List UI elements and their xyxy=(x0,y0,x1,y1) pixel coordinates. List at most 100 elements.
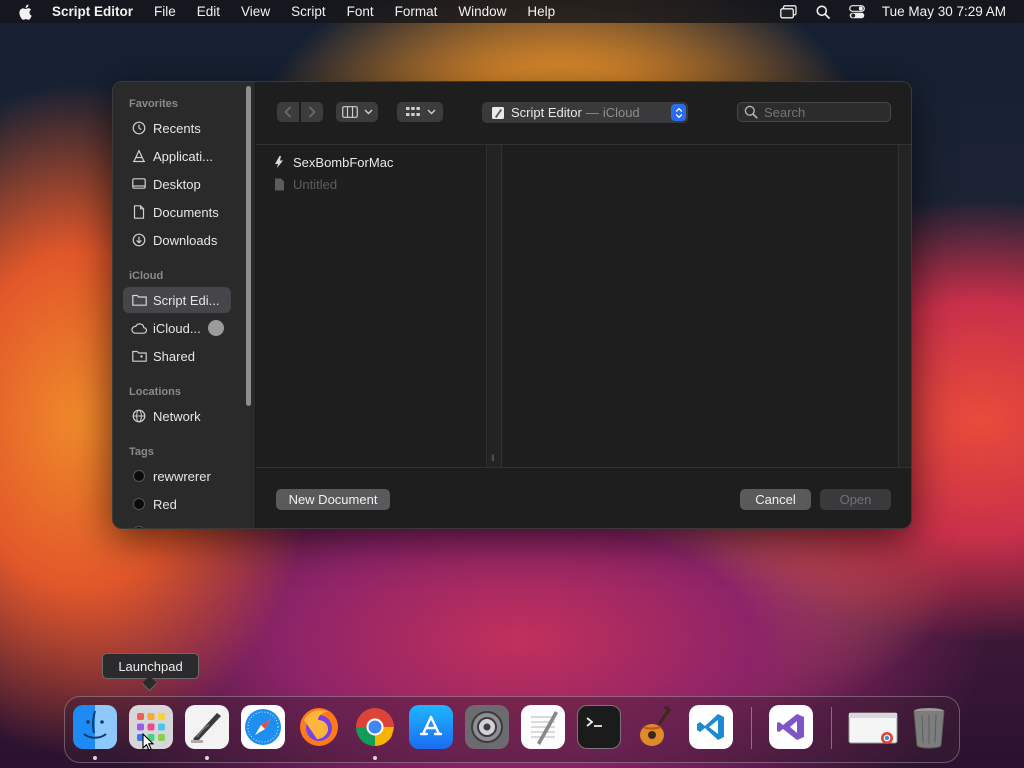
app-store-icon[interactable] xyxy=(409,705,453,749)
sidebar-scrollbar[interactable] xyxy=(246,86,251,406)
spotlight-search-icon[interactable] xyxy=(814,5,832,19)
cancel-button[interactable]: Cancel xyxy=(740,489,811,510)
sidebar-item-documents[interactable]: Documents xyxy=(123,199,231,225)
sidebar-item-label: iCloud... xyxy=(153,320,201,336)
firefox-icon[interactable] xyxy=(297,705,341,749)
menu-bar-status-area: Tue May 30 7:29 AM xyxy=(780,0,1024,23)
mouse-pointer-icon xyxy=(142,733,154,751)
sidebar-item-label: rewwrerer xyxy=(153,468,211,484)
script-editor-icon[interactable] xyxy=(185,705,229,749)
back-forward-group xyxy=(277,102,323,122)
file-row[interactable]: SexBombForMac xyxy=(272,151,393,173)
sidebar-item-applications[interactable]: Applicati... xyxy=(123,143,231,169)
sidebar-item-network[interactable]: Network xyxy=(123,403,231,429)
group-by-button[interactable] xyxy=(397,102,443,122)
menu-app-name[interactable]: Script Editor xyxy=(52,4,133,19)
sidebar-section-favorites: Favorites xyxy=(129,98,178,110)
file-column: SexBombForMac Untitled xyxy=(256,145,486,467)
tag-color-icon xyxy=(131,468,147,484)
dock xyxy=(64,696,960,763)
search-input[interactable] xyxy=(764,104,884,120)
location-sub-label: iCloud xyxy=(602,105,640,120)
chrome-icon[interactable] xyxy=(353,705,397,749)
dock-tooltip: Launchpad xyxy=(102,653,199,692)
textedit-icon[interactable] xyxy=(521,705,565,749)
sidebar-tag-item[interactable]: O xyxy=(123,519,231,529)
sidebar-item-label: Red xyxy=(153,496,177,512)
search-icon xyxy=(744,105,758,119)
menu-edit[interactable]: Edit xyxy=(197,4,220,19)
applications-icon xyxy=(131,148,147,164)
globe-icon xyxy=(131,408,147,424)
sidebar-section-tags: Tags xyxy=(129,446,154,458)
sidebar-item-downloads[interactable]: Downloads xyxy=(123,227,231,253)
screen-mirroring-icon[interactable] xyxy=(780,4,798,19)
view-mode-button[interactable] xyxy=(336,102,378,122)
clock-icon xyxy=(131,120,147,136)
sidebar-item-label: Documents xyxy=(153,204,219,220)
chevron-right-icon xyxy=(308,106,316,118)
menu-font[interactable]: Font xyxy=(347,4,374,19)
dialog-footer: New Document Cancel Open xyxy=(256,468,911,528)
tag-color-icon xyxy=(131,524,147,528)
desktop-icon xyxy=(131,176,147,192)
menu-window[interactable]: Window xyxy=(458,4,506,19)
menu-help[interactable]: Help xyxy=(527,4,555,19)
safari-icon[interactable] xyxy=(241,705,285,749)
sidebar-tag-item[interactable]: rewwrerer xyxy=(123,463,231,489)
tooltip-arrow xyxy=(141,675,158,692)
back-button[interactable] xyxy=(277,102,299,122)
open-button[interactable]: Open xyxy=(820,489,891,510)
sidebar-section-locations: Locations xyxy=(129,386,181,398)
menu-script[interactable]: Script xyxy=(291,4,326,19)
tag-color-icon xyxy=(131,496,147,512)
menu-format[interactable]: Format xyxy=(395,4,438,19)
location-label: Script Editor xyxy=(511,105,582,120)
garageband-icon[interactable] xyxy=(633,705,677,749)
vscode-icon[interactable] xyxy=(689,705,733,749)
search-field[interactable] xyxy=(737,102,891,122)
terminal-icon[interactable] xyxy=(577,705,621,749)
download-icon xyxy=(131,232,147,248)
chrome-window-icon[interactable] xyxy=(847,705,899,749)
system-settings-icon[interactable] xyxy=(465,705,509,749)
forward-button[interactable] xyxy=(301,102,323,122)
location-popup[interactable]: Script Editor — iCloud xyxy=(482,102,688,123)
menu-view[interactable]: View xyxy=(241,4,270,19)
menu-bar: Script Editor File Edit View Script Font… xyxy=(0,0,1024,23)
trash-icon[interactable] xyxy=(907,705,951,749)
open-file-dialog: Favorites Recents Applicati... Desktop D… xyxy=(112,81,912,529)
sidebar-item-label: O xyxy=(153,525,163,529)
apple-icon[interactable] xyxy=(16,4,34,20)
grid-view-icon xyxy=(405,107,420,116)
column-resize-handle[interactable]: ‖ xyxy=(486,145,502,467)
control-center-icon[interactable] xyxy=(848,4,866,19)
file-name: SexBombForMac xyxy=(293,154,394,170)
menu-file[interactable]: File xyxy=(154,4,176,19)
column-view-icon xyxy=(341,106,358,118)
chevron-down-icon xyxy=(364,109,372,115)
menu-bar-clock[interactable]: Tue May 30 7:29 AM xyxy=(882,4,1006,19)
cloud-icon xyxy=(131,320,147,336)
document-icon xyxy=(272,177,286,191)
new-document-button[interactable]: New Document xyxy=(276,489,390,510)
document-icon xyxy=(131,204,147,220)
sidebar-item-icloud-drive[interactable]: iCloud... xyxy=(123,315,231,341)
file-name: Untitled xyxy=(293,176,338,192)
sidebar-item-script-editor[interactable]: Script Edi... xyxy=(123,287,231,313)
sidebar-item-desktop[interactable]: Desktop xyxy=(123,171,231,197)
running-indicator xyxy=(373,756,377,760)
file-browser: SexBombForMac Untitled ‖ xyxy=(256,144,911,468)
sidebar-item-recents[interactable]: Recents xyxy=(123,115,231,141)
sidebar-item-shared[interactable]: Shared xyxy=(123,343,231,369)
preview-column xyxy=(502,145,899,467)
finder-icon[interactable] xyxy=(73,705,117,749)
sidebar-tag-item[interactable]: Red xyxy=(123,491,231,517)
sidebar: Favorites Recents Applicati... Desktop D… xyxy=(113,82,256,529)
sync-progress-icon xyxy=(208,320,224,336)
visual-studio-icon[interactable] xyxy=(769,705,813,749)
column-scroll-area xyxy=(898,145,911,467)
file-row[interactable]: Untitled xyxy=(272,173,337,195)
sidebar-item-label: Desktop xyxy=(153,176,201,192)
sidebar-item-label: Downloads xyxy=(153,232,218,248)
